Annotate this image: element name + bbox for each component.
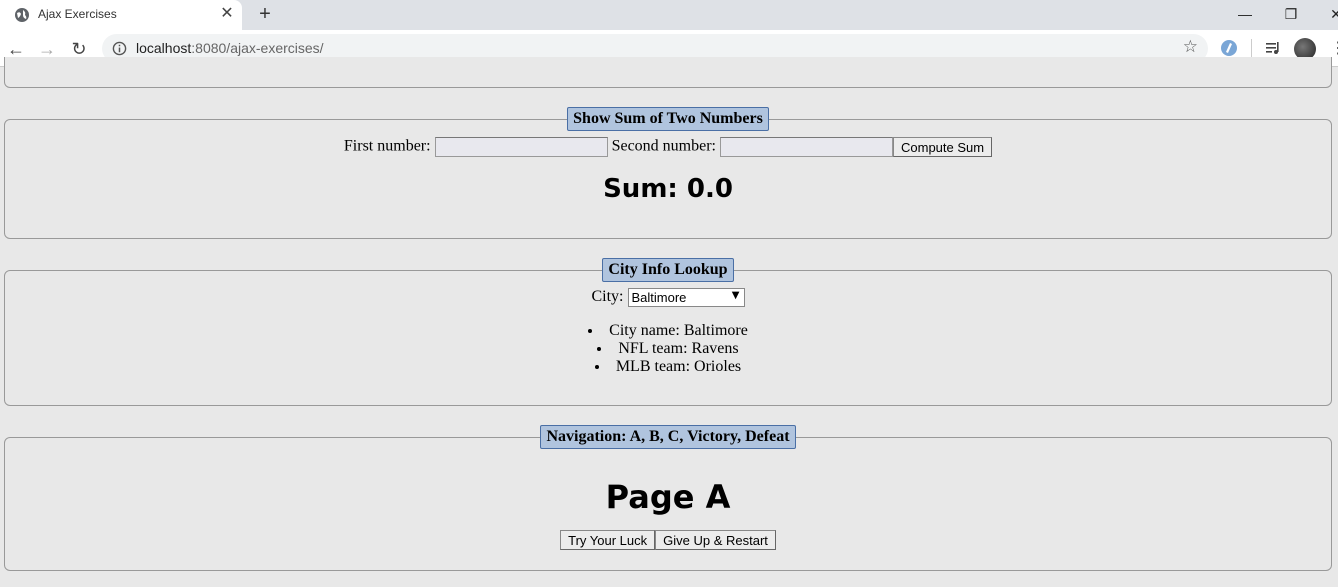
url-path: :8080/ajax-exercises/ xyxy=(191,40,324,56)
compute-sum-button[interactable]: Compute Sum xyxy=(893,137,993,157)
previous-section xyxy=(4,57,1332,88)
close-window-icon[interactable]: ✕ xyxy=(1326,4,1338,24)
info-icon[interactable] xyxy=(112,41,127,56)
sum-form: First number: Second number: Compute Sum xyxy=(5,137,1331,157)
navigation-legend: Navigation: A, B, C, Victory, Defeat xyxy=(540,425,796,449)
browser-tab[interactable]: Ajax Exercises ✕ xyxy=(0,0,242,30)
url-text: localhost:8080/ajax-exercises/ xyxy=(136,40,324,56)
city-info-list: City name: Baltimore NFL team: Ravens ML… xyxy=(588,322,748,376)
list-item-nfl-team: NFL team: Ravens xyxy=(588,340,748,358)
page-content: Show Sum of Two Numbers First number: Se… xyxy=(0,57,1338,587)
city-form: City: Baltimore ▼ xyxy=(5,288,1331,307)
close-tab-icon[interactable]: ✕ xyxy=(218,5,236,23)
url-host: localhost xyxy=(136,40,192,56)
sum-result: Sum: 0.0 xyxy=(603,174,733,204)
tab-title: Ajax Exercises xyxy=(38,7,117,21)
extension-icon[interactable] xyxy=(1220,39,1238,57)
second-number-input[interactable] xyxy=(720,137,893,157)
city-legend: City Info Lookup xyxy=(602,258,734,282)
media-queue-icon[interactable] xyxy=(1264,39,1282,57)
first-number-label: First number: xyxy=(343,137,431,155)
city-label: City: xyxy=(591,288,624,306)
minimize-icon[interactable]: — xyxy=(1235,4,1255,24)
list-item-mlb-team: MLB team: Orioles xyxy=(588,358,748,376)
navigation-section: Navigation: A, B, C, Victory, Defeat Pag… xyxy=(4,425,1332,571)
city-select[interactable]: Baltimore xyxy=(627,288,745,307)
navigation-buttons: Try Your Luck Give Up & Restart xyxy=(5,530,1331,550)
second-number-label: Second number: xyxy=(611,137,716,155)
list-item-city-name: City name: Baltimore xyxy=(588,322,748,340)
try-your-luck-button[interactable]: Try Your Luck xyxy=(560,530,656,550)
page-title: Page A xyxy=(605,478,731,516)
new-tab-icon[interactable]: + xyxy=(254,3,276,25)
give-up-restart-button[interactable]: Give Up & Restart xyxy=(655,530,776,550)
city-select-wrapper[interactable]: Baltimore ▼ xyxy=(627,288,745,307)
sum-section: Show Sum of Two Numbers First number: Se… xyxy=(4,107,1332,239)
menu-icon[interactable]: ⋮ xyxy=(1330,38,1338,58)
globe-icon xyxy=(15,8,29,22)
city-section: City Info Lookup City: Baltimore ▼ City … xyxy=(4,258,1332,406)
first-number-input[interactable] xyxy=(434,137,608,157)
tab-strip: Ajax Exercises ✕ + — ❐ ✕ xyxy=(0,0,1338,30)
sum-legend: Show Sum of Two Numbers xyxy=(567,107,769,131)
toolbar-divider xyxy=(1251,39,1252,57)
restore-icon[interactable]: ❐ xyxy=(1281,4,1301,24)
bookmark-star-icon[interactable]: ☆ xyxy=(1183,37,1198,57)
